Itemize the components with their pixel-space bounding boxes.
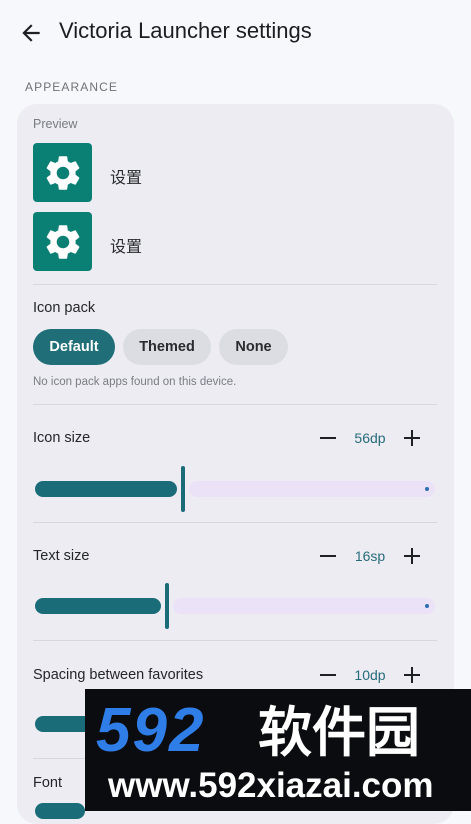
divider — [33, 284, 437, 285]
slider-active-track — [35, 598, 161, 614]
watermark-logo: 592 — [96, 696, 206, 765]
slider-end-dot — [425, 487, 429, 491]
plus-icon — [411, 667, 413, 683]
arrow-back-icon[interactable] — [18, 20, 44, 46]
slider-thumb[interactable] — [165, 583, 169, 629]
icon-pack-note: No icon pack apps found on this device. — [33, 376, 237, 388]
watermark-text: 软件园 — [258, 703, 420, 763]
spacing-label: Spacing between favorites — [33, 667, 204, 683]
preview-label: Preview — [33, 117, 78, 131]
slider-active-track — [35, 481, 177, 497]
icon-pack-option-themed[interactable]: Themed — [123, 329, 211, 365]
slider-thumb[interactable] — [181, 466, 185, 512]
icon-size-minus-button[interactable] — [320, 437, 336, 439]
preview-app-label: 设置 — [110, 170, 143, 187]
text-size-label: Text size — [33, 548, 90, 564]
plus-icon — [411, 548, 413, 564]
spacing-value: 10dp — [354, 667, 386, 683]
preview-app-label: 设置 — [110, 239, 143, 256]
gear-icon — [46, 155, 79, 190]
preview-app-icon — [33, 212, 92, 271]
spacing-minus-button[interactable] — [320, 674, 336, 676]
font-label: Font — [33, 775, 63, 791]
gear-icon — [46, 224, 79, 259]
slider-inactive-track — [189, 481, 435, 497]
divider — [33, 640, 437, 641]
icon-size-value: 56dp — [354, 430, 386, 446]
text-size-minus-button[interactable] — [320, 555, 336, 557]
divider — [33, 404, 437, 405]
icon-pack-option-none[interactable]: None — [219, 329, 288, 365]
font-option[interactable] — [35, 803, 85, 819]
icon-pack-option-default[interactable]: Default — [33, 329, 115, 365]
icon-size-label: Icon size — [33, 430, 91, 446]
plus-icon — [411, 430, 413, 446]
divider — [33, 522, 437, 523]
slider-inactive-track — [173, 598, 435, 614]
slider-end-dot — [425, 604, 429, 608]
app-bar: Victoria Launcher settings — [0, 0, 471, 66]
icon-pack-label: Icon pack — [33, 300, 96, 316]
preview-app-icon — [33, 143, 92, 202]
section-title-appearance: APPEARANCE — [25, 80, 119, 94]
text-size-value: 16sp — [354, 548, 386, 564]
watermark-url: www.592xiazai.com — [108, 766, 434, 805]
page-title: Victoria Launcher settings — [59, 18, 312, 43]
